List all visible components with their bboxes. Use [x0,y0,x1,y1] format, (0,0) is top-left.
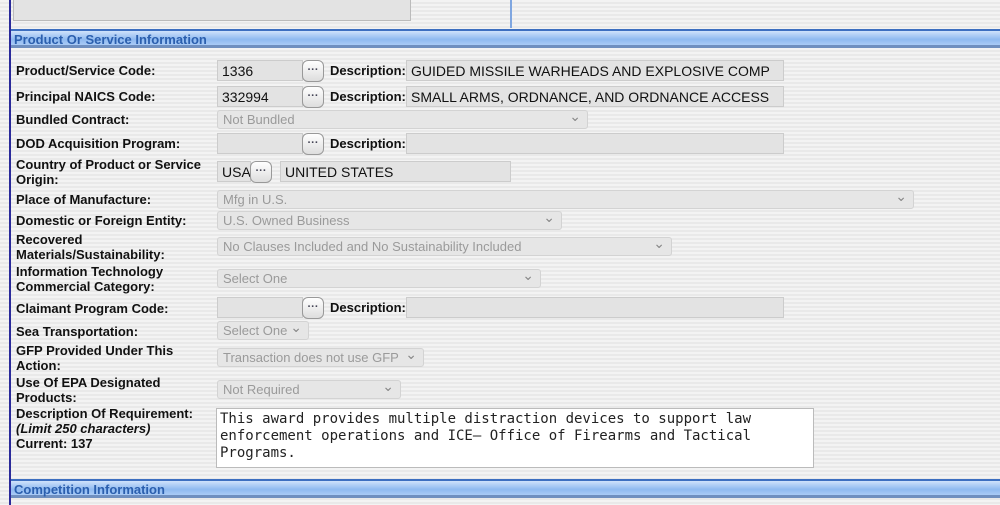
psc-label: Product/Service Code: [16,63,156,78]
left-border [9,0,11,505]
req-limit: (Limit 250 characters) [16,421,151,436]
psc-description: GUIDED MISSILE WARHEADS AND EXPLOSIVE CO… [406,60,784,81]
naics-description: SMALL ARMS, ORDNANCE, AND ORDNANCE ACCES… [406,86,784,107]
country-input[interactable]: USA [217,161,251,182]
psc-input[interactable]: 1336 [217,60,303,81]
it-select[interactable]: Select One [217,267,541,288]
psc-lookup-button[interactable]: ··· [302,60,324,82]
dod-input[interactable] [217,133,303,154]
place-label: Place of Manufacture: [16,192,152,207]
column-divider [510,0,512,28]
dod-desc-label: Description: [330,136,406,151]
dod-lookup-button[interactable]: ··· [302,133,324,155]
req-current-count: Current: 137 [16,436,93,451]
bundled-label: Bundled Contract: [16,112,130,127]
country-lookup-button[interactable]: ··· [250,161,272,183]
recovered-label: Recovered Materials/Sustainability: [16,232,165,262]
gfp-label: GFP Provided Under This Action: [16,343,174,373]
sea-label: Sea Transportation: [16,324,139,339]
country-description: UNITED STATES [280,161,511,182]
claimant-description [406,297,784,318]
recovered-select[interactable]: No Clauses Included and No Sustainabilit… [217,235,672,256]
requirement-textarea[interactable]: This award provides multiple distraction… [216,408,814,468]
section-header-competition: Competition Information [11,479,1000,498]
epa-label: Use Of EPA Designated Products: [16,375,161,405]
country-label: Country of Product or Service Origin: [16,157,201,187]
naics-lookup-button[interactable]: ··· [302,86,324,108]
claimant-input[interactable] [217,297,303,318]
it-label: Information Technology Commercial Catego… [16,264,164,294]
domestic-select[interactable]: U.S. Owned Business [217,209,562,230]
psc-desc-label: Description: [330,63,406,78]
claimant-desc-label: Description: [330,300,406,315]
claimant-lookup-button[interactable]: ··· [302,297,324,319]
claimant-label: Claimant Program Code: [16,301,169,316]
dod-label: DOD Acquisition Program: [16,136,181,151]
dod-description [406,133,784,154]
naics-label: Principal NAICS Code: [16,89,156,104]
naics-input[interactable]: 332994 [217,86,303,107]
section-header-product: Product Or Service Information [11,29,1000,48]
domestic-label: Domestic or Foreign Entity: [16,213,187,228]
epa-select[interactable]: Not Required [217,378,401,399]
gfp-select[interactable]: Transaction does not use GFP [217,346,424,367]
place-select[interactable]: Mfg in U.S. [217,188,914,209]
req-label: Description Of Requirement: [16,406,193,421]
naics-desc-label: Description: [330,89,406,104]
bundled-select[interactable]: Not Bundled [217,108,588,129]
previous-textarea[interactable] [13,0,411,21]
sea-select[interactable]: Select One [217,319,309,340]
